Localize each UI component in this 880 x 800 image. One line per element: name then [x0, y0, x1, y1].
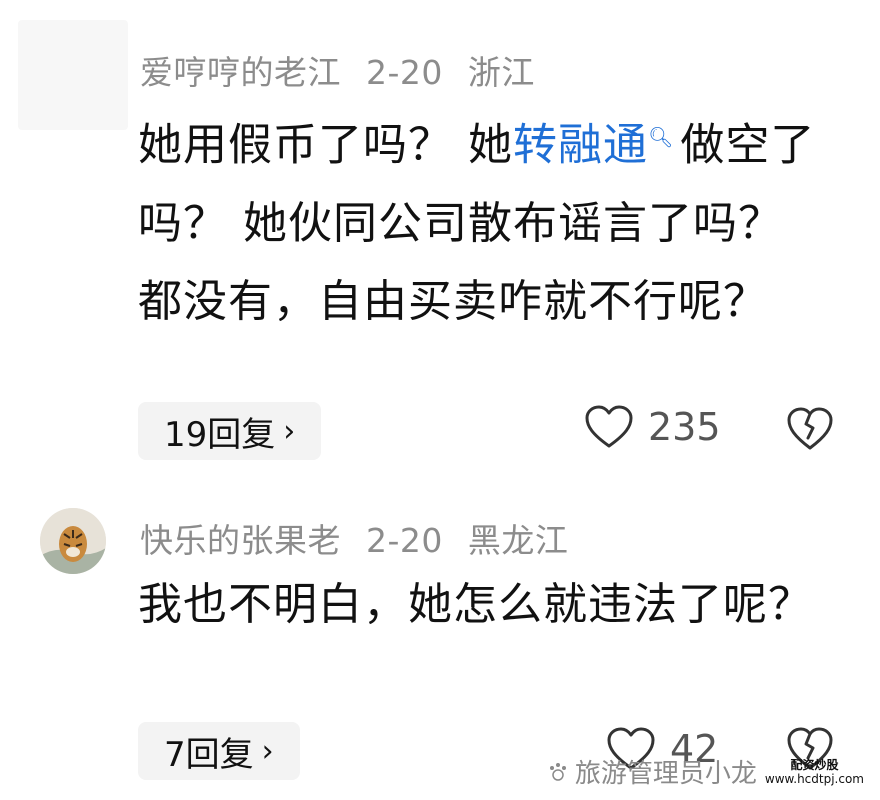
paw-icon — [549, 762, 566, 781]
heart-icon — [585, 405, 633, 448]
comment-feed: 爱哼哼的老江 2-20 浙江 她用假币了吗？ 她转融通🔍︎ 做空了吗？ 她伙同公司… — [0, 0, 880, 800]
reply-button[interactable]: 7回复 › — [138, 722, 300, 780]
comment-date: 2-20 — [366, 53, 443, 92]
watermark-badge: 配资炒股 www.hcdtpj.com — [765, 758, 864, 786]
avatar[interactable] — [18, 20, 128, 130]
comment-text: 她用假币了吗？ 她转融通🔍︎ 做空了吗？ 她伙同公司散布谣言了吗？ 都没有，自由买… — [138, 98, 828, 341]
watermark-badge-url: www.hcdtpj.com — [764, 771, 864, 786]
avatar[interactable] — [40, 508, 106, 574]
search-icon[interactable]: 🔍︎ — [648, 125, 674, 149]
comment-location: 黑龙江 — [467, 521, 569, 560]
comment-text: 我也不明白，她怎么就违法了呢？ — [138, 579, 813, 630]
reply-button[interactable]: 19回复 › — [138, 402, 322, 460]
watermark-text: 旅游管理员小龙 — [574, 759, 757, 789]
reply-count-label: 19回复 — [164, 414, 276, 455]
like-count: 235 — [648, 405, 721, 449]
watermark-badge-title: 配资炒股 — [790, 757, 839, 772]
comment-location: 浙江 — [467, 53, 535, 92]
comment-text-part: 她用假币了吗？ 她 — [138, 119, 513, 171]
like-button[interactable]: 235 — [584, 404, 721, 450]
topic-link[interactable]: 转融通 — [513, 120, 648, 171]
username[interactable]: 爱哼哼的老江 — [140, 53, 341, 92]
comment-meta: 快乐的张果老 2-20 黑龙江 — [140, 514, 582, 562]
broken-heart-icon[interactable] — [786, 406, 834, 452]
tiger-avatar-image — [40, 508, 106, 574]
chevron-right-icon: › — [283, 413, 296, 449]
chevron-right-icon: › — [261, 733, 274, 769]
watermark: 旅游管理员小龙 配资炒股 www.hcdtpj.com — [547, 753, 864, 790]
username[interactable]: 快乐的张果老 — [140, 521, 341, 560]
comment-date: 2-20 — [366, 521, 443, 560]
comment-meta: 爱哼哼的老江 2-20 浙江 — [140, 46, 549, 94]
reply-count-label: 7回复 — [164, 734, 254, 775]
